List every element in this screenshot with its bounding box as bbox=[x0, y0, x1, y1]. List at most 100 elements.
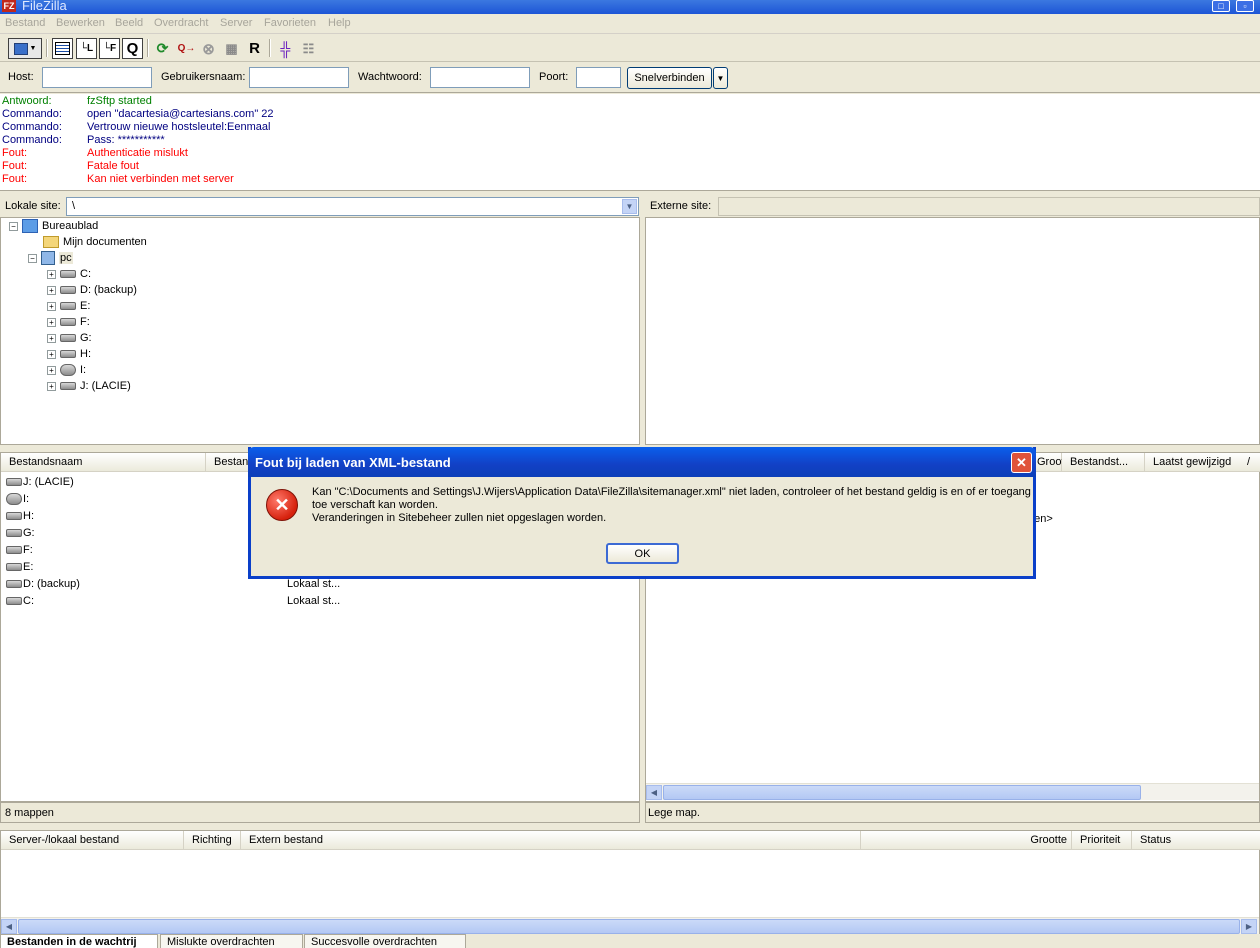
username-input[interactable] bbox=[249, 67, 349, 88]
column-header-remote-file[interactable]: Extern bestand bbox=[241, 831, 861, 850]
directory-compare-icon[interactable]: ╬ bbox=[275, 38, 296, 59]
remote-path-combobox[interactable] bbox=[718, 197, 1260, 216]
drive-icon bbox=[6, 511, 22, 520]
drive-icon bbox=[6, 579, 22, 588]
process-queue-icon[interactable]: Q→ bbox=[176, 38, 197, 59]
menu-beeld[interactable]: Beeld bbox=[115, 17, 143, 29]
menu-bestand[interactable]: Bestand bbox=[5, 17, 45, 29]
restore-window-icon[interactable]: □ bbox=[1212, 0, 1230, 12]
chevron-down-icon[interactable]: ▼ bbox=[622, 199, 637, 214]
tree-item-documents[interactable]: Mijn documenten bbox=[43, 234, 147, 250]
local-status-bar: 8 mappen bbox=[0, 802, 640, 823]
tree-item-drive[interactable]: + E: bbox=[47, 298, 90, 314]
toolbar: ▼ └L └F Q ⟳ Q→ ⊗ ▦ R ╬ ☷ bbox=[0, 35, 1260, 62]
log-row: Fout: Fatale fout bbox=[2, 160, 139, 172]
scroll-right-icon[interactable]: ▶ bbox=[1241, 919, 1257, 934]
column-header-server-local-file[interactable]: Server-/lokaal bestand bbox=[1, 831, 184, 850]
scroll-left-icon[interactable]: ◀ bbox=[1, 919, 17, 934]
scrollbar-thumb[interactable] bbox=[663, 785, 1141, 800]
menu-overdracht[interactable]: Overdracht bbox=[154, 17, 208, 29]
tab-queued-files[interactable]: Bestanden in de wachtrij bbox=[0, 934, 158, 948]
log-row: Fout: Kan niet verbinden met server bbox=[2, 173, 234, 185]
column-header-priority[interactable]: Prioriteit bbox=[1072, 831, 1132, 850]
error-dialog-title-bar: Fout bij laden van XML-bestand ✕ bbox=[248, 447, 1036, 477]
folder-icon bbox=[43, 236, 59, 248]
expand-icon[interactable]: + bbox=[47, 285, 56, 295]
tree-item-drive[interactable]: + G: bbox=[47, 330, 92, 346]
site-manager-button[interactable]: ▼ bbox=[8, 38, 42, 59]
tab-successful-transfers[interactable]: Succesvolle overdrachten bbox=[304, 934, 466, 948]
scrollbar-thumb[interactable] bbox=[18, 919, 1240, 934]
toggle-queue-icon[interactable]: Q bbox=[122, 38, 143, 59]
expand-icon[interactable]: + bbox=[47, 381, 56, 391]
error-icon: ✕ bbox=[266, 489, 298, 521]
expand-icon[interactable]: + bbox=[47, 269, 56, 279]
toggle-log-icon[interactable] bbox=[52, 38, 73, 59]
quickconnect-button[interactable]: Snelverbinden bbox=[627, 67, 712, 89]
transfer-queue: Server-/lokaal bestand Richting Extern b… bbox=[0, 830, 1260, 934]
port-input[interactable] bbox=[576, 67, 621, 88]
password-label: Wachtwoord: bbox=[358, 71, 422, 83]
drive-icon bbox=[60, 382, 76, 390]
drive-icon bbox=[6, 562, 22, 571]
scroll-left-icon[interactable]: ◀ bbox=[646, 785, 662, 800]
toolbar-separator bbox=[147, 39, 149, 57]
password-input[interactable] bbox=[430, 67, 530, 88]
close-icon[interactable]: ✕ bbox=[1011, 452, 1032, 473]
remote-site-label: Externe site: bbox=[650, 200, 712, 212]
toggle-local-tree-icon[interactable]: └L bbox=[76, 38, 97, 59]
horizontal-scrollbar[interactable]: ◀ ▶ bbox=[1, 917, 1259, 934]
expand-icon[interactable]: + bbox=[47, 349, 56, 359]
column-header-status[interactable]: Status bbox=[1132, 831, 1260, 850]
tree-item-desktop[interactable]: − Bureaublad bbox=[9, 218, 98, 234]
column-header-direction[interactable]: Richting bbox=[184, 831, 241, 850]
menu-bewerken[interactable]: Bewerken bbox=[56, 17, 105, 29]
reconnect-icon[interactable]: R bbox=[244, 38, 265, 59]
drive-icon bbox=[60, 302, 76, 310]
toggle-remote-tree-icon[interactable]: └F bbox=[99, 38, 120, 59]
drive-icon bbox=[60, 286, 76, 294]
computer-icon bbox=[41, 251, 55, 265]
list-item[interactable]: C: Lokaal st... bbox=[6, 592, 636, 609]
quickconnect-history-dropdown[interactable]: ▼ bbox=[713, 67, 728, 89]
username-label: Gebruikersnaam: bbox=[161, 71, 246, 83]
local-path-value: \ bbox=[72, 200, 76, 212]
log-row: Antwoord: fzSftp started bbox=[2, 95, 152, 107]
tree-item-drive[interactable]: + F: bbox=[47, 314, 90, 330]
error-message: Kan "C:\Documents and Settings\J.Wijers\… bbox=[312, 486, 1031, 524]
menu-favorieten[interactable]: Favorieten bbox=[264, 17, 316, 29]
desktop-icon bbox=[22, 219, 38, 233]
filter-icon[interactable]: ☷ bbox=[298, 38, 319, 59]
expand-icon[interactable]: + bbox=[47, 301, 56, 311]
maximize-window-icon[interactable]: ▫ bbox=[1236, 0, 1254, 12]
tree-item-drive[interactable]: + D: (backup) bbox=[47, 282, 137, 298]
local-path-combobox[interactable]: \ ▼ bbox=[66, 197, 639, 216]
collapse-icon[interactable]: − bbox=[9, 221, 18, 231]
refresh-icon[interactable]: ⟳ bbox=[152, 38, 173, 59]
tree-item-drive[interactable]: + C: bbox=[47, 266, 91, 282]
column-header-size[interactable]: Grootte bbox=[861, 831, 1072, 850]
toolbar-separator bbox=[269, 39, 271, 57]
expand-icon[interactable]: + bbox=[47, 333, 56, 343]
tree-item-drive[interactable]: + H: bbox=[47, 346, 91, 362]
tree-item-drive[interactable]: + J: (LACIE) bbox=[47, 378, 131, 394]
column-header-filename[interactable]: Bestandsnaam bbox=[1, 453, 206, 472]
menu-server[interactable]: Server bbox=[220, 17, 252, 29]
tree-item-drive[interactable]: + I: bbox=[47, 362, 86, 378]
menu-help[interactable]: Help bbox=[328, 17, 351, 29]
column-header-filetype[interactable]: Bestandst... bbox=[1062, 453, 1145, 472]
remote-site-bar: Externe site: bbox=[645, 196, 1260, 217]
collapse-icon[interactable]: − bbox=[28, 253, 37, 263]
drive-icon bbox=[60, 334, 76, 342]
disconnect-icon[interactable]: ▦ bbox=[221, 38, 242, 59]
column-header-modified[interactable]: Laatst gewijzigd / bbox=[1145, 453, 1260, 472]
cancel-icon[interactable]: ⊗ bbox=[198, 38, 219, 59]
tree-item-pc[interactable]: − pc bbox=[28, 250, 73, 266]
expand-icon[interactable]: + bbox=[47, 365, 56, 375]
ok-button[interactable]: OK bbox=[606, 543, 679, 564]
title-bar: FZ FileZilla □ ▫ bbox=[0, 0, 1260, 14]
tab-failed-transfers[interactable]: Mislukte overdrachten bbox=[160, 934, 303, 948]
horizontal-scrollbar[interactable]: ◀ bbox=[646, 783, 1259, 800]
host-input[interactable] bbox=[42, 67, 152, 88]
expand-icon[interactable]: + bbox=[47, 317, 56, 327]
